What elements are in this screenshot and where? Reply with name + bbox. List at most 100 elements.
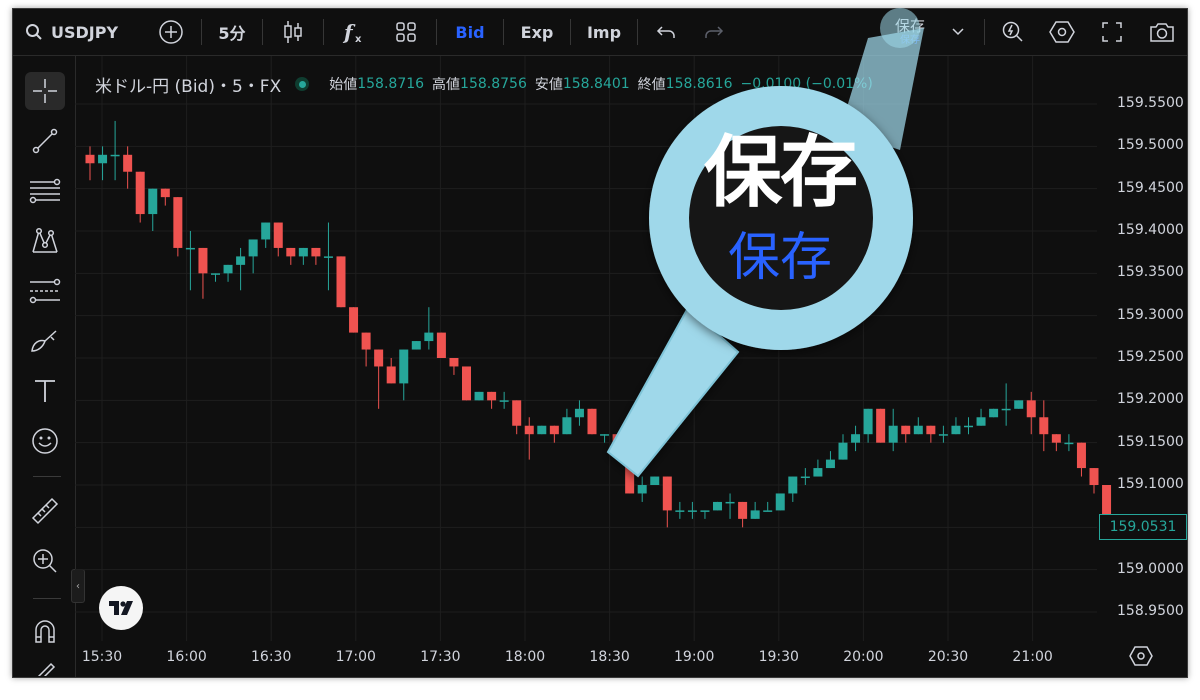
time-axis[interactable]: 15:30 16:00 16:30 17:00 17:30 18:00 18:30 19:00… <box>75 641 1097 677</box>
candle-body <box>185 247 195 250</box>
candle <box>185 231 195 291</box>
candle-body <box>825 459 835 469</box>
candle-body <box>1064 442 1074 445</box>
tv-logo-icon <box>109 601 133 615</box>
candle <box>85 146 95 181</box>
candle-body <box>286 247 296 257</box>
legend-title[interactable]: 米ドル-円 (Bid)・5・FX <box>95 72 281 97</box>
candle-body <box>211 273 220 275</box>
market-status-icon[interactable] <box>295 77 310 91</box>
candle <box>989 408 999 418</box>
price-tick-label: 159.4000 <box>1117 222 1184 238</box>
candle-body <box>424 332 434 342</box>
price-tick-label: 159.3000 <box>1117 306 1184 323</box>
candle <box>1064 434 1074 452</box>
high-value: 158.8756 <box>460 76 527 92</box>
price-tick-label: 159.1000 <box>1117 476 1184 492</box>
open-label: 始値 <box>329 77 358 93</box>
candle-body <box>98 154 108 164</box>
candle-body <box>976 417 986 426</box>
magnified-save-label: 保存 <box>703 128 858 218</box>
candle <box>549 425 559 443</box>
open-value: 158.8716 <box>357 76 425 92</box>
candle-body <box>800 476 810 479</box>
candle <box>424 307 434 350</box>
candle-body <box>474 391 484 401</box>
candle-body <box>951 425 961 435</box>
time-tick-label: 18:30 <box>589 649 630 665</box>
price-tick-label: 159.2000 <box>1117 391 1184 408</box>
candle <box>1014 400 1024 409</box>
candle-body <box>349 307 359 333</box>
candle-body <box>1026 400 1036 418</box>
candle <box>725 493 735 519</box>
candle-body <box>524 425 534 435</box>
candle <box>951 417 961 435</box>
candle <box>223 264 233 282</box>
candle <box>662 476 672 528</box>
candle <box>650 476 660 485</box>
candle-body <box>863 408 873 435</box>
candle-body <box>612 434 622 443</box>
candle <box>738 501 748 528</box>
scale-settings-button[interactable] <box>1129 645 1153 671</box>
candle <box>976 408 986 426</box>
candle-body <box>1076 442 1086 469</box>
current-price-label: 159.0531 <box>1099 514 1187 540</box>
candle-body <box>273 222 283 248</box>
candle <box>474 391 484 401</box>
candle <box>863 408 873 443</box>
candle-body <box>763 510 773 512</box>
candle <box>261 222 271 248</box>
candle-body <box>462 366 471 401</box>
tradingview-logo[interactable] <box>99 586 143 630</box>
candle <box>236 247 246 291</box>
candle-body <box>223 264 233 274</box>
candle-body <box>499 400 509 402</box>
candle <box>926 425 936 443</box>
time-tick-label: 19:30 <box>758 649 799 665</box>
candle-body <box>336 256 346 308</box>
candle <box>273 222 283 257</box>
candle-body <box>436 332 446 358</box>
time-tick-label: 16:30 <box>251 649 292 665</box>
candle-body <box>687 510 697 512</box>
candle-body <box>1001 408 1011 411</box>
candle <box>135 171 145 223</box>
candle <box>524 417 534 460</box>
time-tick-label: 19:00 <box>674 649 715 665</box>
candle <box>600 434 610 443</box>
candle-body <box>512 400 522 426</box>
chart-canvas[interactable] <box>13 9 1187 677</box>
candle <box>612 434 622 452</box>
close-label: 終値 <box>637 77 666 93</box>
candle-body <box>750 510 760 519</box>
candle-body <box>1051 434 1061 443</box>
candle-body <box>160 188 170 198</box>
candle-body <box>449 358 459 367</box>
candle-body <box>487 391 497 401</box>
candle-body <box>123 154 133 172</box>
candle-body <box>662 476 672 511</box>
price-tick-label: 159.5500 <box>1117 95 1184 111</box>
price-axis[interactable]: 159.5500 159.5000 159.4500 159.4000 159.3500… <box>1097 56 1187 636</box>
magnified-save-sublabel: 保存 <box>727 228 832 288</box>
close-value: 158.8616 <box>665 76 733 92</box>
candle-body <box>876 408 886 443</box>
candle-body <box>650 476 660 485</box>
candle-body <box>311 247 321 257</box>
candle <box>788 476 798 502</box>
candle-body <box>574 408 584 418</box>
candle <box>763 501 773 512</box>
candle <box>436 332 446 358</box>
candle <box>964 417 973 435</box>
candle-body <box>236 256 246 265</box>
low-value: 158.8401 <box>562 76 630 92</box>
candle-body <box>700 510 710 512</box>
price-tick-label: 159.3500 <box>1117 264 1184 281</box>
candles <box>85 120 1112 528</box>
price-tick-label: 159.0000 <box>1117 560 1184 577</box>
candle <box>298 247 308 265</box>
candle-body <box>386 366 396 384</box>
candle <box>198 247 208 299</box>
